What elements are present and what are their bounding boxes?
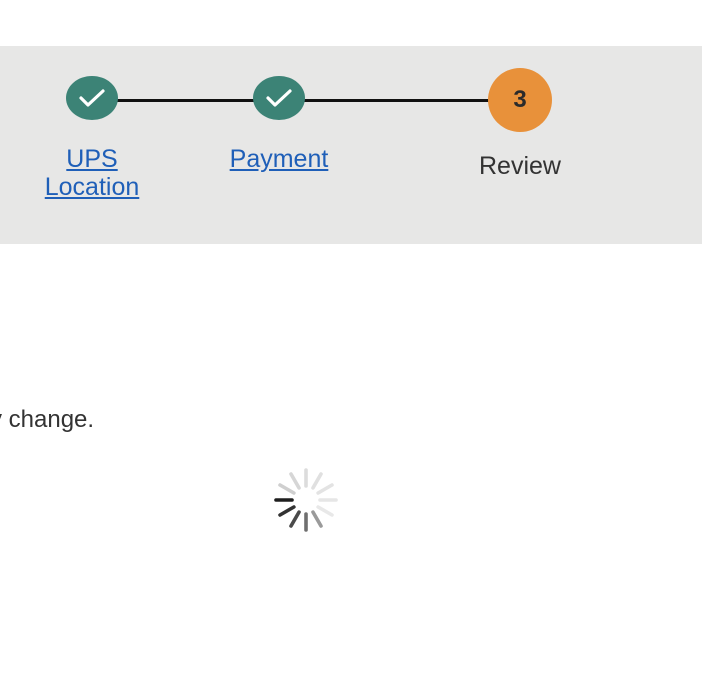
spinner-spoke bbox=[278, 505, 296, 517]
notice-text: y change. bbox=[0, 406, 95, 433]
checkout-page: 3 UPS Location Payment Review y change. bbox=[0, 0, 702, 680]
step-number: 3 bbox=[513, 86, 527, 113]
step-label-review: Review bbox=[479, 152, 561, 180]
step-connector bbox=[302, 99, 492, 102]
step-connector bbox=[116, 99, 256, 102]
spinner-spoke bbox=[311, 510, 323, 528]
checkmark-icon bbox=[79, 89, 105, 107]
step-1-completed-indicator[interactable] bbox=[66, 76, 118, 120]
spinner-spoke bbox=[278, 483, 296, 495]
spinner-spoke bbox=[316, 483, 334, 495]
checkmark-icon bbox=[266, 89, 292, 107]
loading-spinner-icon bbox=[274, 468, 338, 532]
spinner-spoke bbox=[289, 472, 301, 490]
spinner-spoke bbox=[311, 472, 323, 490]
spinner-spoke bbox=[316, 505, 334, 517]
step-3-current-indicator: 3 bbox=[488, 68, 552, 132]
step-link-ups-location[interactable]: UPS Location bbox=[22, 145, 162, 201]
step-link-payment[interactable]: Payment bbox=[209, 145, 349, 173]
step-2-completed-indicator[interactable] bbox=[253, 76, 305, 120]
spinner-spoke bbox=[289, 510, 301, 528]
